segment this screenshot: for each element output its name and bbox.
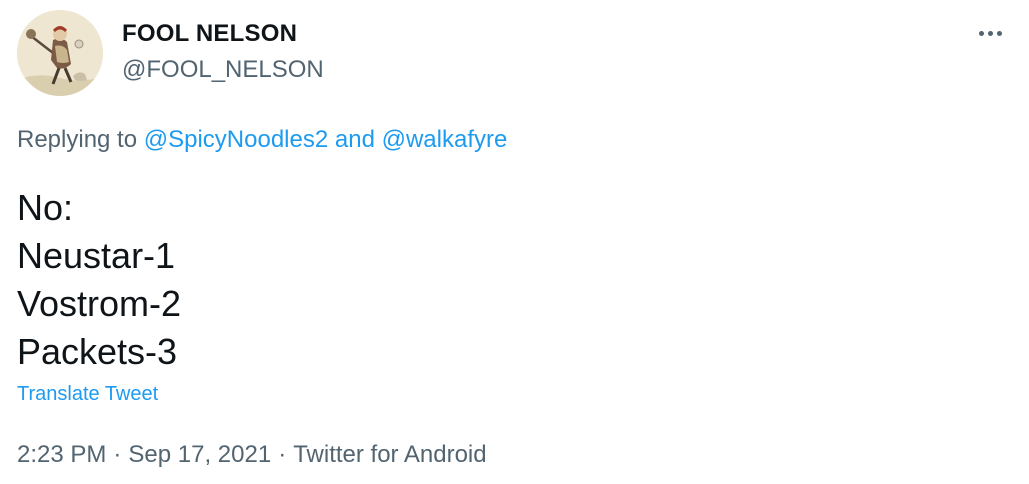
replying-to-label: Replying to [17,126,138,153]
tweet-date[interactable]: Sep 17, 2021 [128,441,271,468]
tweet-source: Twitter for Android [293,441,487,468]
tweet-text-line: Neustar-1 [17,235,176,276]
tweet-text: No: Neustar-1 Vostrom-2 Packets-3 [17,184,181,376]
replying-to: Replying to @SpicyNoodles2 and @walkafyr… [17,126,507,154]
reply-mention-link[interactable]: @SpicyNoodles2 [144,126,328,153]
tweet-card: FOOL NELSON @FOOL_NELSON Replying to @Sp… [0,0,1029,484]
more-options-button[interactable] [968,18,1012,48]
more-horizontal-icon [987,30,993,36]
tweet-time[interactable]: 2:23 PM [17,441,106,468]
tweet-metadata: 2:23 PM · Sep 17, 2021 · Twitter for Android [17,441,487,469]
translate-tweet-link[interactable]: Translate Tweet [17,383,158,406]
reply-conjunction: and [334,126,375,153]
user-handle[interactable]: @FOOL_NELSON [122,56,324,84]
meta-separator: · [113,441,122,468]
more-horizontal-icon [978,30,984,36]
meta-separator: · [278,441,287,468]
reply-mention-link[interactable]: @walkafyre [382,126,508,153]
tweet-text-line: Vostrom-2 [17,283,182,324]
tweet-text-line: No: [17,187,74,228]
more-horizontal-icon [996,30,1002,36]
tweet-text-line: Packets-3 [17,331,178,372]
avatar[interactable] [17,10,103,96]
display-name[interactable]: FOOL NELSON [122,20,297,48]
tarot-fool-avatar-icon [17,10,103,96]
